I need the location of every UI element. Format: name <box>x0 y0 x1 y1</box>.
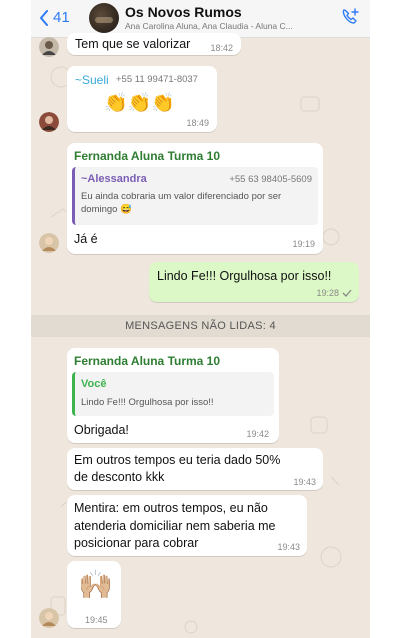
outgoing-message-bubble[interactable]: Lindo Fe!!! Orgulhosa por isso!! 19:28 <box>149 262 359 302</box>
quote-phone: +55 63 98405-5609 <box>229 174 312 185</box>
message-text: Mentira: em outros tempos, eu não <box>74 501 268 515</box>
message-text: Em outros tempos eu teria dado 50% <box>74 453 281 467</box>
unread-messages-separator: MENSAGENS NÃO LIDAS: 4 <box>31 315 370 337</box>
message-text: posicionar para cobrar <box>74 536 199 550</box>
quote-text: Eu ainda cobraria um valor diferenciado … <box>81 191 282 202</box>
quote-text: Lindo Fe!!! Orgulhosa por isso!! <box>81 397 214 408</box>
check-icon <box>342 289 352 297</box>
sender-name[interactable]: Fernanda Aluna Turma 10 <box>74 354 220 368</box>
sender-name[interactable]: ~Sueli <box>75 73 109 87</box>
message-bubble[interactable]: Tem que se valorizar 18:42 <box>67 33 241 55</box>
message-bubble[interactable]: ~Sueli +55 11 99471-8037 👏👏👏 18:49 <box>67 66 217 132</box>
quoted-message[interactable]: Você Lindo Fe!!! Orgulhosa por isso!! <box>72 372 274 416</box>
message-text: atenderia domiciliar nem saberia me <box>74 519 276 533</box>
unread-label: MENSAGENS NÃO LIDAS: 4 <box>125 320 276 332</box>
sender-phone: +55 11 99471-8037 <box>116 74 198 85</box>
raising-hands-emoji: 🙌🏼 <box>78 569 113 600</box>
add-call-button[interactable] <box>340 7 360 32</box>
sender-avatar[interactable] <box>39 112 59 132</box>
message-bubble[interactable]: Fernanda Aluna Turma 10 Você Lindo Fe!!!… <box>67 348 279 443</box>
quote-sender: ~Alessandra <box>81 173 147 185</box>
quote-text: domingo 😅 <box>81 204 132 215</box>
message-bubble[interactable]: Mentira: em outros tempos, eu não atende… <box>67 495 307 556</box>
quoted-message[interactable]: ~Alessandra +55 63 98405-5609 Eu ainda c… <box>72 167 318 225</box>
group-avatar[interactable] <box>89 3 119 33</box>
message-time: 18:42 <box>210 43 233 53</box>
message-bubble[interactable]: 🙌🏼 19:45 <box>67 561 121 628</box>
chevron-left-icon <box>40 9 48 26</box>
message-bubble[interactable]: Em outros tempos eu teria dado 50% de de… <box>67 448 323 490</box>
message-text: Tem que se valorizar <box>75 37 191 51</box>
message-time: 18:49 <box>186 118 209 128</box>
message-text: Obrigada! <box>74 423 129 437</box>
message-text: Já é <box>74 232 98 246</box>
message-time: 19:42 <box>246 429 269 439</box>
message-time: 19:43 <box>293 477 316 487</box>
clapping-hands-emoji: 👏👏👏 <box>104 93 175 114</box>
message-time: 19:19 <box>292 239 315 249</box>
sender-name[interactable]: Fernanda Aluna Turma 10 <box>74 149 220 163</box>
message-time: 19:28 <box>316 288 339 298</box>
quote-sender: Você <box>81 378 107 390</box>
chat-screen: 41 Os Novos Rumos Ana Carolina Aluna, An… <box>31 0 370 638</box>
message-text: de desconto kkk <box>74 470 165 484</box>
group-members[interactable]: Ana Carolina Aluna, Ana Claudia - Aluna … <box>125 21 325 31</box>
sender-avatar[interactable] <box>39 233 59 253</box>
message-time: 19:45 <box>85 615 108 625</box>
message-text: Lindo Fe!!! Orgulhosa por isso!! <box>157 269 332 283</box>
group-title[interactable]: Os Novos Rumos <box>125 4 242 20</box>
sender-avatar[interactable] <box>39 608 59 628</box>
back-count: 41 <box>53 9 70 26</box>
message-time: 19:43 <box>277 542 300 552</box>
sender-avatar[interactable] <box>39 37 59 57</box>
phone-plus-icon <box>342 8 359 24</box>
back-button[interactable]: 41 <box>39 9 70 26</box>
message-bubble[interactable]: Fernanda Aluna Turma 10 ~Alessandra +55 … <box>67 143 323 254</box>
